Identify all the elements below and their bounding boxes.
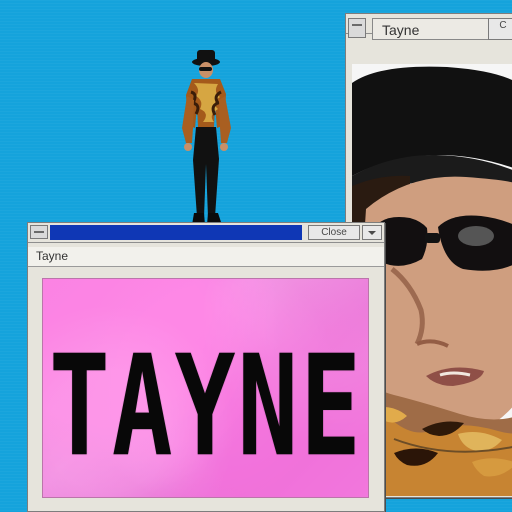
tayne-window: Close Tayne TAYNE: [27, 222, 385, 512]
standing-figure-image: [182, 50, 231, 225]
tayne-content-text: TAYNE: [49, 324, 364, 488]
tayne-window-system-menu[interactable]: [30, 225, 48, 239]
tayne-window-titlebar: Close: [28, 223, 384, 243]
tayne-content-panel: TAYNE: [42, 278, 369, 498]
pants-shape: [193, 127, 219, 217]
head-shape: [199, 62, 213, 78]
chevron-down-icon[interactable]: [362, 225, 382, 240]
tayne-window-title-fill: [50, 225, 302, 240]
photo-window-close-button[interactable]: C: [488, 18, 512, 40]
tayne-window-close-button[interactable]: Close: [308, 225, 360, 240]
photo-window-system-menu[interactable]: [348, 18, 366, 38]
tayne-window-title: Tayne: [28, 247, 384, 267]
photo-window-title: Tayne: [372, 18, 496, 40]
